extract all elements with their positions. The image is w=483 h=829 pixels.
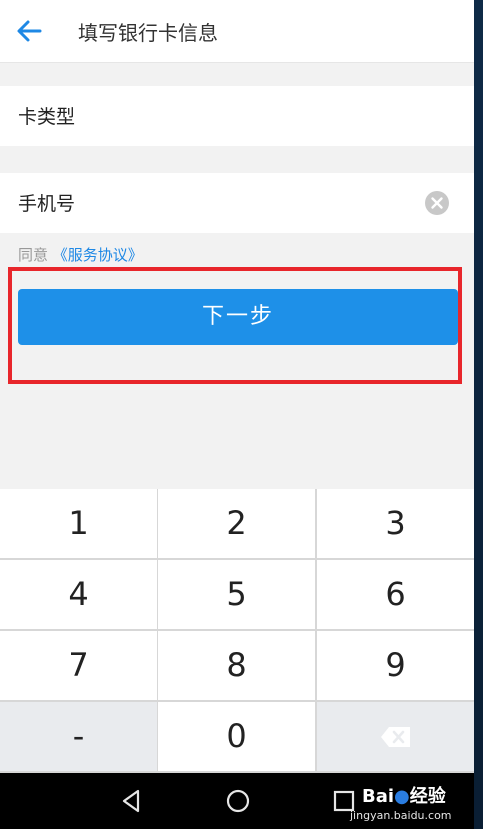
key-3[interactable]: 3 [317,489,474,558]
key-4[interactable]: 4 [0,560,157,629]
background-edge [474,0,483,829]
key-2[interactable]: 2 [158,489,315,558]
backspace-icon [381,727,410,747]
phone-label: 手机号 [18,193,76,215]
numeric-keypad: 1 2 3 4 5 6 7 8 9 - 0 [0,489,474,773]
key-1[interactable]: 1 [0,489,157,558]
card-type-row[interactable]: 卡类型 [0,86,474,146]
arrow-left-icon[interactable] [14,16,46,46]
key-5[interactable]: 5 [158,560,315,629]
nav-home-icon[interactable] [224,787,252,815]
phone-row[interactable]: 手机号 [0,173,474,233]
app-header: 填写银行卡信息 [0,0,474,63]
watermark-url: jingyan.baidu.com [350,809,452,822]
key-dash[interactable]: - [0,702,157,771]
agreement-prefix: 同意 [18,246,49,264]
bank-card-screen: 填写银行卡信息 卡类型 手机号 同意 《服务协议》 下一步 1 2 3 4 5 … [0,0,474,829]
clear-circle-icon[interactable] [424,190,450,216]
key-0[interactable]: 0 [158,702,315,771]
baidu-jingyan-watermark: Bai●经验 jingyan.baidu.com [340,780,470,826]
key-6[interactable]: 6 [317,560,474,629]
key-9[interactable]: 9 [317,631,474,700]
nav-back-icon[interactable] [118,787,146,815]
agreement-line: 同意 《服务协议》 [18,244,143,265]
next-step-button[interactable]: 下一步 [18,289,458,345]
paw-icon: ● [394,786,410,807]
key-backspace[interactable] [317,702,474,771]
page-title: 填写银行卡信息 [78,21,218,45]
service-agreement-link[interactable]: 《服务协议》 [53,246,143,264]
card-type-label: 卡类型 [18,106,76,128]
key-7[interactable]: 7 [0,631,157,700]
watermark-logo: Bai●经验 [362,786,446,807]
key-8[interactable]: 8 [158,631,315,700]
